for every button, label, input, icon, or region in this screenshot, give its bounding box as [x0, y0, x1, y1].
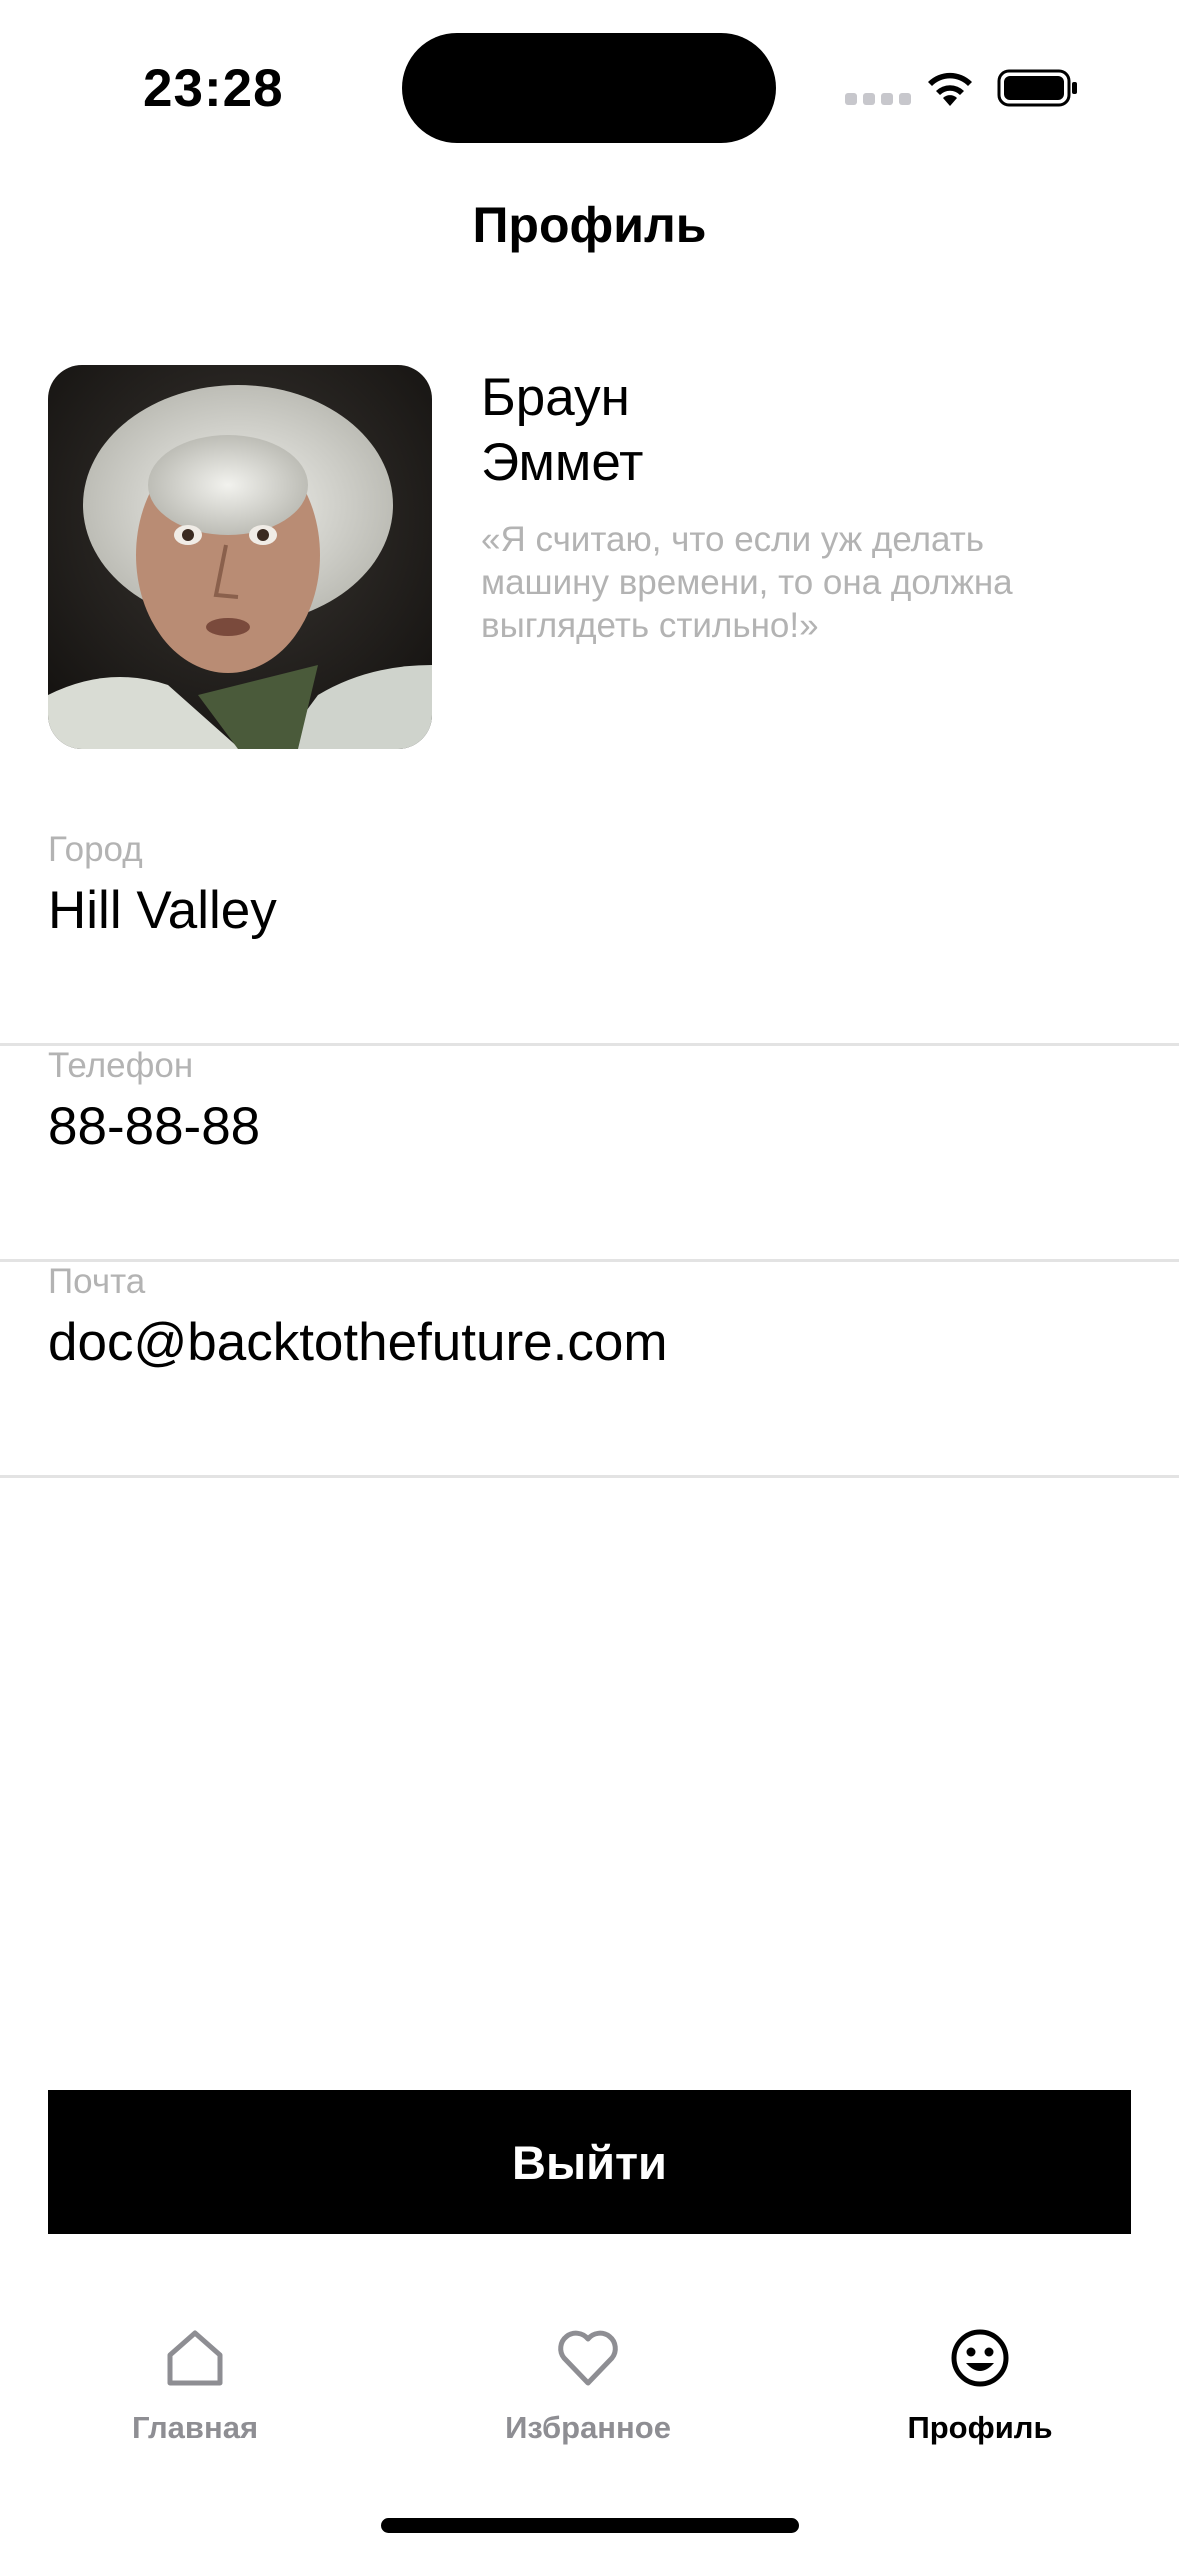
- heart-icon: [558, 2330, 618, 2386]
- home-indicator[interactable]: [381, 2518, 799, 2533]
- tab-home[interactable]: Главная: [45, 2325, 345, 2446]
- info-row-phone: Телефон 88-88-88: [0, 1046, 1179, 1262]
- profile-screen: 23:28 Профиль Браун Эммет «Я считаю, что…: [0, 0, 1179, 2556]
- city-value: Hill Valley: [48, 881, 277, 940]
- tab-profile-label: Профиль: [907, 2410, 1053, 2445]
- smiley-icon: [951, 2329, 1009, 2387]
- tab-favorites[interactable]: Избранное: [438, 2325, 738, 2446]
- status-time: 23:28: [143, 59, 284, 118]
- phone-value: 88-88-88: [48, 1097, 261, 1156]
- email-value: doc@backtothefuture.com: [48, 1313, 668, 1372]
- wifi-icon: [928, 72, 972, 106]
- battery-icon: [997, 69, 1077, 107]
- cellular-signal-icon: [845, 93, 911, 105]
- city-label: Город: [48, 830, 143, 869]
- profile-last-name: Браун: [481, 368, 630, 427]
- profile-first-name: Эммет: [481, 433, 644, 492]
- dynamic-island: [402, 33, 776, 143]
- page-title: Профиль: [472, 197, 707, 253]
- info-row-city: Город Hill Valley: [0, 830, 1179, 1046]
- tab-profile[interactable]: Профиль: [830, 2325, 1130, 2446]
- phone-label: Телефон: [48, 1046, 194, 1085]
- profile-quote: «Я считаю, что если уж делать машину вре…: [481, 520, 1013, 645]
- tab-favorites-label: Избранное: [505, 2410, 671, 2445]
- tab-home-label: Главная: [131, 2410, 259, 2445]
- info-row-email: Почта doc@backtothefuture.com: [0, 1262, 1179, 1478]
- home-icon: [167, 2330, 223, 2386]
- email-label: Почта: [48, 1262, 146, 1301]
- avatar: [48, 365, 432, 749]
- logout-button[interactable]: Выйти: [48, 2090, 1131, 2234]
